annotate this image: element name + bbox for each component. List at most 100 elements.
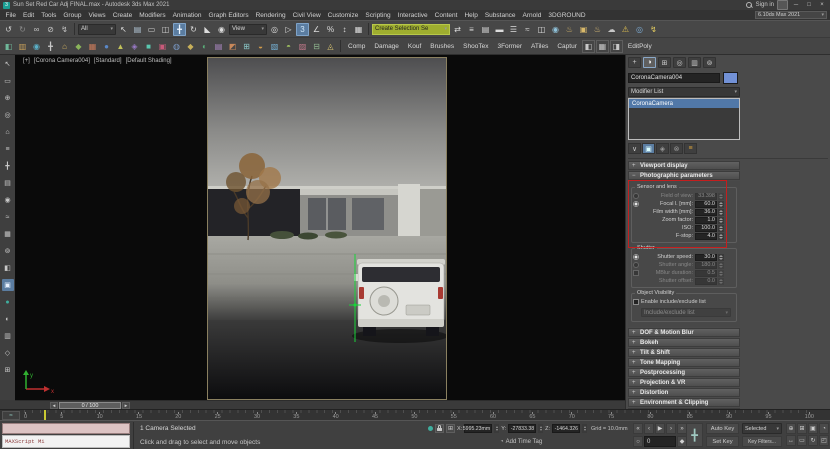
- user-avatar[interactable]: [777, 0, 788, 10]
- arnold-icon[interactable]: ◎: [633, 23, 646, 36]
- add-time-tag-button[interactable]: ◔ Add Time Tag: [500, 439, 542, 445]
- object-color-swatch[interactable]: [723, 72, 738, 84]
- menu-item[interactable]: Civil View: [289, 12, 324, 19]
- layout-right-icon[interactable]: ◨: [610, 40, 623, 53]
- menu-item[interactable]: Views: [85, 12, 109, 19]
- y-coordinate-field[interactable]: -27833.38: [508, 424, 536, 433]
- custom-script-icon[interactable]: ▦: [86, 40, 99, 53]
- spinner-control[interactable]: [718, 217, 724, 224]
- custom-script-icon[interactable]: ▣: [156, 40, 169, 53]
- viewport[interactable]: [+] [Corona Camera004] [Standard] [Defau…: [15, 54, 625, 400]
- viewport-shading-label[interactable]: [Default Shading]: [126, 58, 172, 64]
- mirror-icon[interactable]: ⇄: [451, 23, 464, 36]
- menu-item[interactable]: Scripting: [362, 12, 394, 19]
- custom-toolbar-tab[interactable]: Captur: [553, 41, 581, 52]
- previous-frame-button[interactable]: ◄: [50, 402, 58, 409]
- custom-toolbar-tab[interactable]: EditPoly: [624, 41, 656, 52]
- side-tool-icon[interactable]: ◧: [2, 262, 14, 274]
- percent-snap-icon[interactable]: %: [324, 23, 337, 36]
- radio-button[interactable]: [633, 254, 639, 260]
- radio-button[interactable]: [633, 201, 639, 207]
- custom-script-icon[interactable]: ◆: [184, 40, 197, 53]
- sign-in-button[interactable]: Sign in: [756, 2, 774, 8]
- rollout-header[interactable]: Projection & VR: [628, 378, 740, 387]
- maxscript-listener[interactable]: MAXScript Mi: [2, 435, 130, 448]
- window-crossing-icon[interactable]: ◫: [159, 23, 172, 36]
- rollout-header[interactable]: DOF & Motion Blur: [628, 328, 740, 337]
- custom-script-icon[interactable]: ◐: [198, 40, 211, 53]
- lightning-icon[interactable]: ↯: [647, 23, 660, 36]
- menu-item[interactable]: Content: [431, 12, 461, 19]
- current-frame-field[interactable]: 0: [644, 436, 676, 447]
- custom-script-icon[interactable]: ╋: [44, 40, 57, 53]
- layout-left-icon[interactable]: ◧: [582, 40, 595, 53]
- side-tool-icon[interactable]: ▥: [2, 330, 14, 342]
- utilities-tab[interactable]: ⊚: [703, 57, 716, 68]
- radio-button[interactable]: [633, 278, 639, 284]
- custom-script-icon[interactable]: ◓: [282, 40, 295, 53]
- menu-item[interactable]: Help: [461, 12, 481, 19]
- selection-set-dropdown[interactable]: Selected ▾: [742, 423, 782, 434]
- custom-script-icon[interactable]: ■: [142, 40, 155, 53]
- a360-cloud-icon[interactable]: ☁: [605, 23, 618, 36]
- snap-toggle-3d-icon[interactable]: 3: [296, 23, 309, 36]
- select-by-name-icon[interactable]: ▤: [131, 23, 144, 36]
- make-unique-icon[interactable]: ◈: [656, 143, 669, 154]
- custom-toolbar-tab[interactable]: 3Former: [493, 41, 526, 52]
- menu-item[interactable]: Arnold: [519, 12, 545, 19]
- custom-script-icon[interactable]: ◍: [170, 40, 183, 53]
- side-tool-icon[interactable]: ≡: [2, 143, 14, 155]
- custom-script-icon[interactable]: ⊞: [240, 40, 253, 53]
- parameter-value-field[interactable]: 33.398: [695, 193, 717, 200]
- x-coordinate-field[interactable]: 5995.23mm: [464, 424, 492, 433]
- side-tool-icon[interactable]: ╋: [2, 160, 14, 172]
- custom-script-icon[interactable]: ▲: [114, 40, 127, 53]
- zoom-icon[interactable]: ⊕: [786, 423, 796, 434]
- schematic-view-icon[interactable]: ◫: [535, 23, 548, 36]
- spinner-control[interactable]: [718, 254, 724, 261]
- spinner-snap-icon[interactable]: ↕: [338, 23, 351, 36]
- custom-script-icon[interactable]: ●: [100, 40, 113, 53]
- menu-item[interactable]: Modifiers: [136, 12, 169, 19]
- key-filters-button[interactable]: Key Filters...: [742, 436, 782, 447]
- parameter-value-field[interactable]: 1.0: [695, 217, 717, 224]
- menu-item[interactable]: Group: [60, 12, 85, 19]
- redo-icon[interactable]: ↻: [16, 23, 29, 36]
- show-end-result-icon[interactable]: ▣: [642, 143, 655, 154]
- next-frame-button[interactable]: ›: [666, 423, 676, 434]
- custom-toolbar-tab[interactable]: Damage: [370, 41, 403, 52]
- play-button[interactable]: ▶: [655, 423, 665, 434]
- menu-item[interactable]: Substance: [481, 12, 519, 19]
- menu-item[interactable]: Tools: [38, 12, 60, 19]
- side-tool-icon[interactable]: ●: [2, 296, 14, 308]
- custom-toolbar-tab[interactable]: ShooTex: [459, 41, 492, 52]
- side-tool-icon[interactable]: ◎: [2, 109, 14, 121]
- custom-toolbar-tab[interactable]: Brushes: [426, 41, 458, 52]
- macro-recorder-field[interactable]: [2, 423, 130, 434]
- menu-item[interactable]: Rendering: [252, 12, 289, 19]
- configure-modifier-sets-icon[interactable]: ≡: [684, 143, 697, 154]
- side-tool-icon[interactable]: ⌂: [2, 126, 14, 138]
- parameter-value-field[interactable]: 4.0: [695, 233, 717, 240]
- time-slider-handle[interactable]: 0 / 100: [59, 402, 121, 409]
- layout-grid-icon[interactable]: ▦: [596, 40, 609, 53]
- select-manipulate-icon[interactable]: ▷: [282, 23, 295, 36]
- motion-tab[interactable]: ◎: [673, 57, 686, 68]
- rotate-icon[interactable]: ↻: [187, 23, 200, 36]
- spinner-control[interactable]: [718, 201, 724, 208]
- object-name-field[interactable]: CoronaCamera004: [628, 73, 720, 83]
- spinner-control[interactable]: [718, 209, 724, 216]
- use-pivot-center-icon[interactable]: ◎: [268, 23, 281, 36]
- menu-item[interactable]: Interactive: [394, 12, 431, 19]
- spinner-control[interactable]: [718, 270, 724, 277]
- rollout-header[interactable]: Environment & Clipping: [628, 398, 740, 407]
- custom-script-icon[interactable]: ⊟: [310, 40, 323, 53]
- side-tool-icon[interactable]: ⊚: [2, 245, 14, 257]
- side-tool-icon[interactable]: ↖: [2, 58, 14, 70]
- z-coordinate-field[interactable]: -1464.326: [552, 424, 580, 433]
- key-mode-toggle[interactable]: ○: [633, 436, 643, 447]
- radio-button[interactable]: [633, 262, 639, 268]
- rollout-header[interactable]: Postprocessing: [628, 368, 740, 377]
- custom-script-icon[interactable]: ▨: [296, 40, 309, 53]
- spinner-control[interactable]: [538, 424, 543, 433]
